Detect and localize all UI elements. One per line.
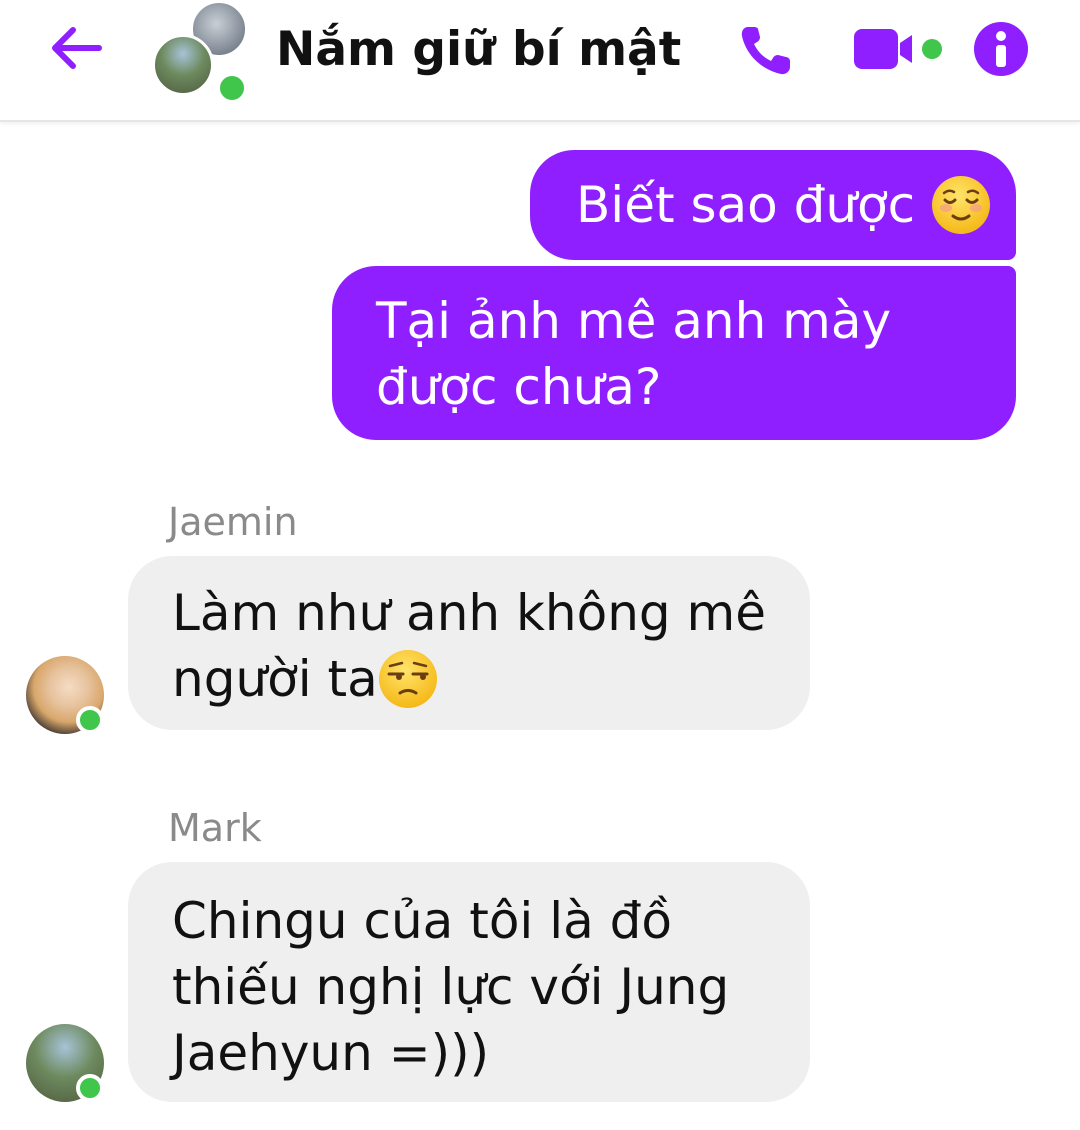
online-indicator [76,1074,104,1102]
unamused-face-emoji [378,649,437,708]
outgoing-message-bubble[interactable]: Biết sao được [530,150,1016,260]
video-call-button[interactable] [852,26,948,72]
info-icon [974,22,1028,76]
outgoing-message-bubble[interactable]: Tại ảnh mê anh mày được chưa? [332,266,1016,440]
phone-icon [741,27,790,75]
chat-header: Nắm giữ bí mật [0,0,1080,122]
group-avatar[interactable] [150,0,250,104]
message-text-line: Làm như anh không mê [172,584,766,642]
back-button[interactable] [46,22,106,74]
arrow-left-icon [52,27,102,69]
message-text-line: Tại ảnh mê anh mày [376,292,892,350]
online-indicator [216,72,248,104]
member-avatar-front [152,34,214,96]
message-text-line: Jaehyun =))) [172,1024,490,1082]
message-text-line: thiếu nghị lực với Jung [172,958,730,1016]
incoming-message-bubble[interactable]: Chingu của tôi là đồ thiếu nghị lực với … [128,862,810,1102]
incoming-message-bubble[interactable]: Làm như anh không mê người ta [128,556,810,730]
message-text-line: người ta [172,650,378,708]
avatar[interactable] [26,656,104,734]
sender-name: Jaemin [168,500,298,544]
voice-call-button[interactable] [736,22,796,78]
conversation-title[interactable]: Nắm giữ bí mật [276,20,681,80]
message-text-line: Chingu của tôi là đồ [172,892,672,950]
message-text: Biết sao được [576,176,932,234]
sender-name: Mark [168,806,262,850]
info-button[interactable] [972,20,1030,78]
message-text-line: được chưa? [376,358,662,416]
online-indicator [76,706,104,734]
avatar[interactable] [26,1024,104,1102]
relieved-face-emoji [932,175,991,234]
video-camera-icon [854,29,942,69]
